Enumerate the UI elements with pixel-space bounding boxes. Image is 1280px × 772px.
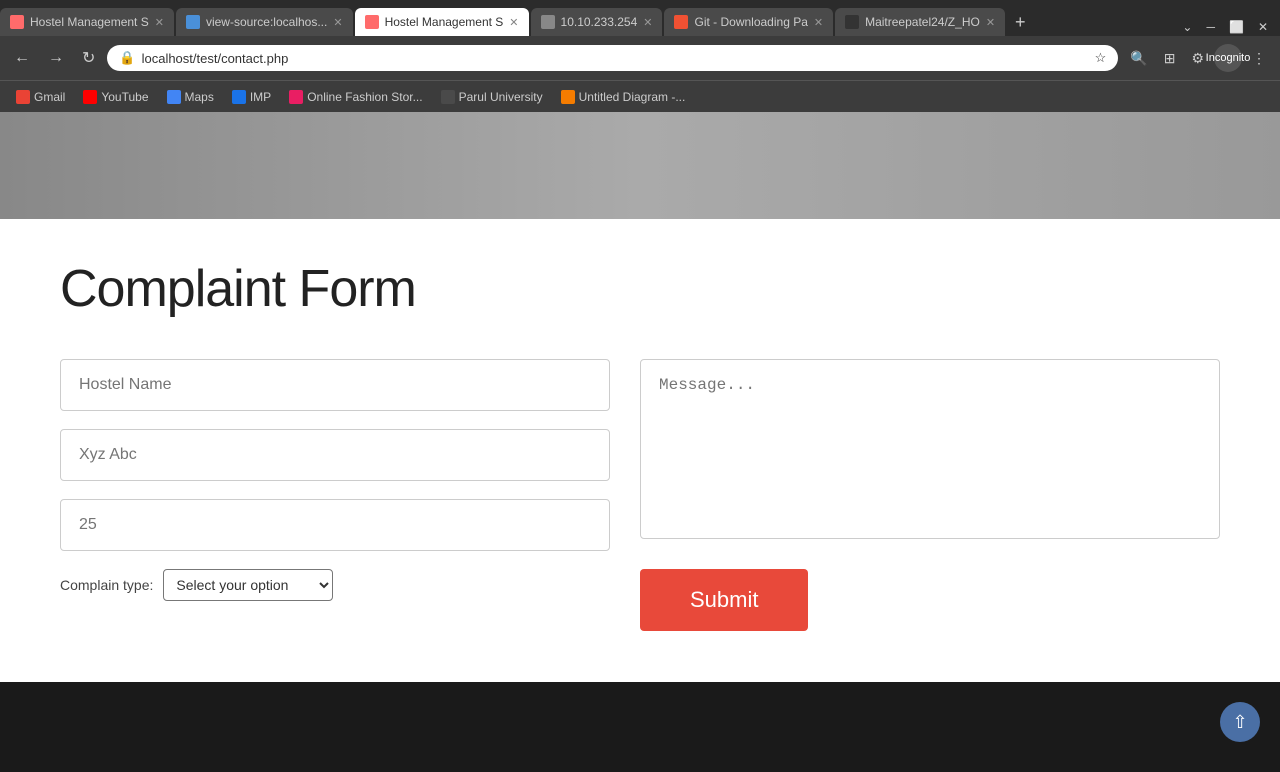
address-text: localhost/test/contact.php <box>142 51 1089 66</box>
forward-button[interactable]: → <box>42 45 70 71</box>
bookmark-button[interactable]: ⊞ <box>1158 46 1182 71</box>
maximize-button[interactable]: ⬜ <box>1225 18 1248 36</box>
reload-button[interactable]: ↻ <box>76 44 101 72</box>
form-left: Complain type: Select your option Mainte… <box>60 359 610 601</box>
submit-button[interactable]: Submit <box>640 569 808 631</box>
diagram-favicon <box>561 90 575 104</box>
tab-5-close[interactable]: ✕ <box>814 16 823 29</box>
tab-5-favicon <box>674 15 688 29</box>
menu-button[interactable]: ⋮ <box>1246 46 1272 71</box>
tab-list-button[interactable]: ⌄ <box>1178 18 1196 36</box>
tab-1-label: Hostel Management S <box>30 15 149 29</box>
close-window-button[interactable]: ✕ <box>1254 18 1272 36</box>
scroll-top-button[interactable]: ⇧ <box>1220 702 1260 742</box>
tab-5[interactable]: Git - Downloading Pa ✕ <box>664 8 833 36</box>
window-controls: ⌄ ─ ⬜ ✕ <box>1178 18 1280 36</box>
tab-6-label: Maitreepatel24/Z_HO <box>865 15 980 29</box>
tab-4[interactable]: 10.10.233.254 ✕ <box>531 8 663 36</box>
tab-4-label: 10.10.233.254 <box>561 15 638 29</box>
maps-favicon <box>167 90 181 104</box>
tab-3-favicon <box>365 15 379 29</box>
tab-1[interactable]: Hostel Management S ✕ <box>0 8 174 36</box>
navigation-bar: ← → ↻ 🔒 localhost/test/contact.php ☆ 🔍 ⊞… <box>0 36 1280 80</box>
tab-2-close[interactable]: ✕ <box>333 16 342 29</box>
gmail-favicon <box>16 90 30 104</box>
footer: ⇧ <box>0 682 1280 772</box>
complaint-type-label: Complain type: <box>60 577 153 593</box>
bookmark-gmail[interactable]: Gmail <box>8 87 73 107</box>
number-input[interactable] <box>60 499 610 551</box>
tab-6-close[interactable]: ✕ <box>986 16 995 29</box>
back-button[interactable]: ← <box>8 45 36 71</box>
tab-4-favicon <box>541 15 555 29</box>
tab-bar: Hostel Management S ✕ view-source:localh… <box>0 0 1280 36</box>
bookmarks-bar: Gmail YouTube Maps IMP Online Fashion St… <box>0 80 1280 112</box>
bookmark-parul-label: Parul University <box>459 90 543 104</box>
bookmark-gmail-label: Gmail <box>34 90 65 104</box>
nav-icons: 🔍 ⊞ ⚙ Incognito ⋮ <box>1124 44 1272 72</box>
hostel-name-input[interactable] <box>60 359 610 411</box>
profile-button[interactable]: Incognito <box>1214 44 1242 72</box>
profile-label: Incognito <box>1206 52 1251 64</box>
chevron-up-icon: ⇧ <box>1232 712 1247 733</box>
bookmark-fashion-label: Online Fashion Stor... <box>307 90 422 104</box>
minimize-button[interactable]: ─ <box>1202 18 1219 36</box>
form-right: Submit <box>640 359 1220 631</box>
new-tab-button[interactable]: + <box>1007 8 1034 36</box>
search-icon-button[interactable]: 🔍 <box>1124 46 1153 71</box>
tab-2[interactable]: view-source:localhos... ✕ <box>176 8 353 36</box>
youtube-favicon <box>83 90 97 104</box>
tab-3-label: Hostel Management S <box>385 15 504 29</box>
tab-2-favicon <box>186 15 200 29</box>
complaint-type-select[interactable]: Select your option Maintenance Food Secu… <box>163 569 333 601</box>
address-bar[interactable]: 🔒 localhost/test/contact.php ☆ <box>107 45 1118 71</box>
bookmark-parul[interactable]: Parul University <box>433 87 551 107</box>
bookmark-youtube-label: YouTube <box>101 90 148 104</box>
lock-icon: 🔒 <box>119 50 135 66</box>
tab-5-label: Git - Downloading Pa <box>694 15 807 29</box>
tab-4-close[interactable]: ✕ <box>643 16 652 29</box>
bookmark-maps[interactable]: Maps <box>159 87 222 107</box>
bookmark-youtube[interactable]: YouTube <box>75 87 156 107</box>
page-content: Complaint Form Complain type: Select you… <box>0 112 1280 682</box>
tab-2-label: view-source:localhos... <box>206 15 327 29</box>
tab-1-favicon <box>10 15 24 29</box>
bookmark-maps-label: Maps <box>185 90 214 104</box>
main-area: Complaint Form Complain type: Select you… <box>0 219 1280 671</box>
browser-chrome: Hostel Management S ✕ view-source:localh… <box>0 0 1280 112</box>
bookmark-imp-label: IMP <box>250 90 271 104</box>
bookmark-fashion[interactable]: Online Fashion Stor... <box>281 87 430 107</box>
tab-3-close[interactable]: ✕ <box>509 16 518 29</box>
bookmark-diagram[interactable]: Untitled Diagram -... <box>553 87 694 107</box>
message-textarea[interactable] <box>640 359 1220 539</box>
hero-image <box>0 112 1280 219</box>
parul-favicon <box>441 90 455 104</box>
tab-3[interactable]: Hostel Management S ✕ <box>355 8 529 36</box>
form-layout: Complain type: Select your option Mainte… <box>60 359 1220 631</box>
bookmark-diagram-label: Untitled Diagram -... <box>579 90 686 104</box>
name-input[interactable] <box>60 429 610 481</box>
bookmark-imp[interactable]: IMP <box>224 87 279 107</box>
star-icon: ☆ <box>1095 50 1107 66</box>
fashion-favicon <box>289 90 303 104</box>
tab-1-close[interactable]: ✕ <box>155 16 164 29</box>
complaint-type-row: Complain type: Select your option Mainte… <box>60 569 610 601</box>
tab-6[interactable]: Maitreepatel24/Z_HO ✕ <box>835 8 1005 36</box>
tab-6-favicon <box>845 15 859 29</box>
page-title: Complaint Form <box>60 259 1220 319</box>
imp-favicon <box>232 90 246 104</box>
